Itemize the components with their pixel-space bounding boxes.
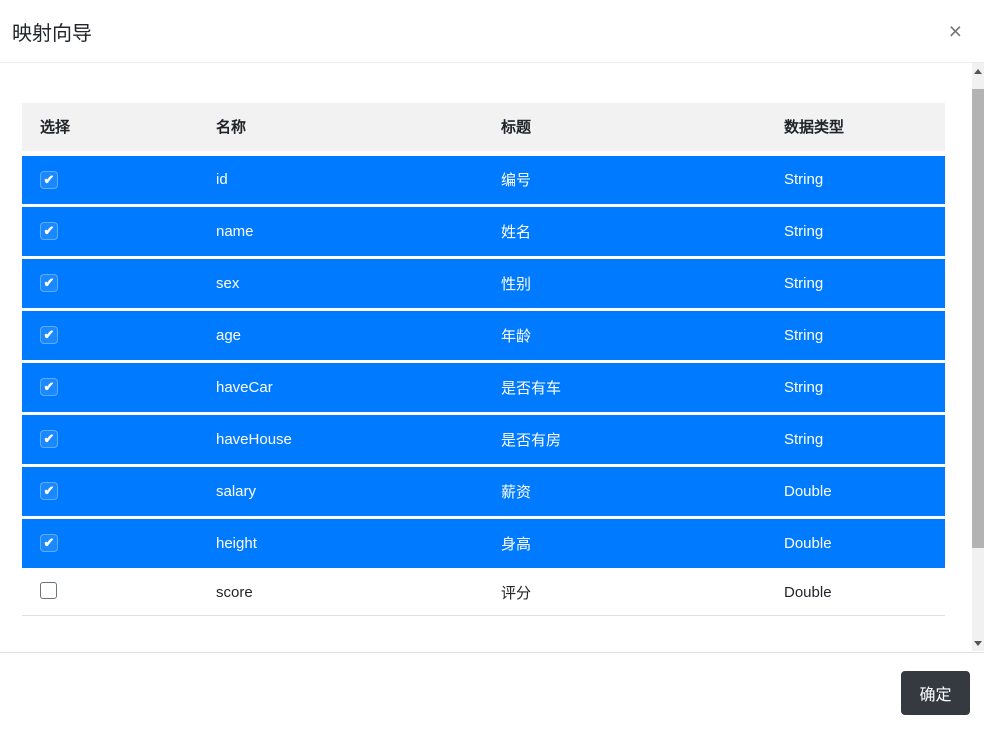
table-row[interactable]: ✔ sex 性别 String [22,257,945,311]
table-row[interactable]: ✔ haveCar 是否有车 String [22,361,945,415]
field-caption: 是否有房 [483,413,766,467]
table-row[interactable]: score 评分 Double [22,569,945,616]
header-caption: 标题 [483,103,766,156]
field-type: String [766,153,945,207]
check-icon: ✔ [43,327,55,342]
row-checkbox-checked[interactable]: ✔ [40,326,58,344]
mapping-table: 选择 名称 标题 数据类型 ✔ id 编号 String ✔ name 姓名 S [22,103,945,616]
field-type: String [766,309,945,363]
check-icon: ✔ [43,275,55,290]
row-checkbox-checked[interactable]: ✔ [40,482,58,500]
mapping-wizard-dialog: 映射向导 × 选择 名称 标题 数据类型 ✔ id 编号 String ✔ na… [0,0,984,732]
check-icon: ✔ [43,379,55,394]
row-checkbox-checked[interactable]: ✔ [40,534,58,552]
vertical-scrollbar [972,63,984,651]
field-type: Double [766,465,945,519]
header-select: 选择 [22,103,198,156]
field-type: Double [766,517,945,571]
field-type: String [766,205,945,259]
field-name: id [198,153,483,207]
field-caption: 年龄 [483,309,766,363]
close-icon[interactable]: × [943,18,968,45]
table-row[interactable]: ✔ name 姓名 String [22,205,945,259]
field-caption: 身高 [483,517,766,571]
check-icon: ✔ [43,223,55,238]
dialog-title: 映射向导 [12,22,92,45]
check-icon: ✔ [43,535,55,550]
field-caption: 薪资 [483,465,766,519]
field-name: haveHouse [198,413,483,467]
table-row[interactable]: ✔ haveHouse 是否有房 String [22,413,945,467]
field-name: age [198,309,483,363]
header-name: 名称 [198,103,483,156]
header-type: 数据类型 [766,103,945,156]
field-caption: 性别 [483,257,766,311]
row-checkbox-checked[interactable]: ✔ [40,274,58,292]
field-name: haveCar [198,361,483,415]
table-row[interactable]: ✔ height 身高 Double [22,517,945,571]
field-name: height [198,517,483,571]
field-type: String [766,257,945,311]
row-checkbox-unchecked[interactable] [40,582,57,599]
ok-button[interactable]: 确定 [901,670,970,715]
scroll-down-icon[interactable] [972,635,984,651]
dialog-header: 映射向导 × [0,0,984,63]
scrollbar-thumb[interactable] [972,89,984,548]
field-name: sex [198,257,483,311]
row-checkbox-checked[interactable]: ✔ [40,170,58,189]
field-caption: 姓名 [483,205,766,259]
scroll-up-icon[interactable] [972,63,984,79]
check-icon: ✔ [43,431,55,446]
field-name: salary [198,465,483,519]
table-row[interactable]: ✔ age 年龄 String [22,309,945,363]
field-caption: 编号 [483,153,766,207]
table-row[interactable]: ✔ salary 薪资 Double [22,465,945,519]
field-caption: 评分 [483,569,766,616]
table-row[interactable]: ✔ id 编号 String [22,153,945,207]
field-caption: 是否有车 [483,361,766,415]
dialog-footer: 确定 [0,652,984,732]
check-icon: ✔ [43,483,55,498]
field-type: String [766,413,945,467]
row-checkbox-checked[interactable]: ✔ [40,378,58,396]
field-type: Double [766,569,945,616]
check-icon: ✔ [43,171,55,187]
field-type: String [766,361,945,415]
dialog-body: 选择 名称 标题 数据类型 ✔ id 编号 String ✔ name 姓名 S [0,63,984,652]
field-name: name [198,205,483,259]
field-name: score [198,569,483,616]
row-checkbox-checked[interactable]: ✔ [40,222,58,240]
table-header-row: 选择 名称 标题 数据类型 [22,103,945,156]
row-checkbox-checked[interactable]: ✔ [40,430,58,448]
